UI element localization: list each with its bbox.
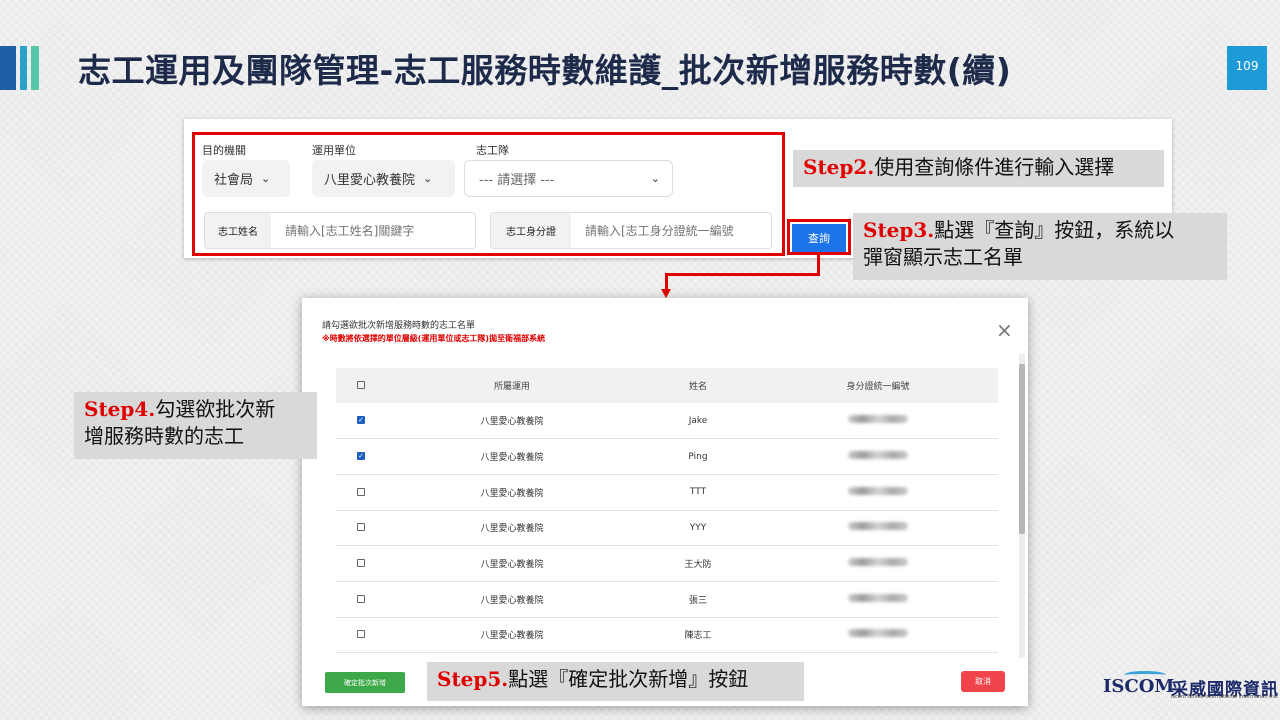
callout-step3: Step3.點選『查詢』按鈕，系統以 彈窗顯示志工名單 <box>853 213 1227 280</box>
header-accent-bar <box>0 46 16 90</box>
slide-title: 志工運用及團隊管理-志工服務時數維護_批次新增服務時數(續) <box>78 51 1012 90</box>
select-all-header[interactable] <box>336 368 386 403</box>
row-name-cell: Ping <box>638 438 758 475</box>
row-select-cell[interactable]: ✓ <box>336 438 386 475</box>
callout-step2: Step2.使用查詢條件進行輸入選擇 <box>793 150 1164 187</box>
row-checkbox[interactable] <box>357 487 365 496</box>
callout-text: 點選『查詢』按鈕，系統以 <box>934 218 1175 242</box>
row-checkbox[interactable] <box>357 594 365 603</box>
connector-line <box>665 273 668 290</box>
row-id-cell <box>758 617 998 654</box>
row-name-cell: TTT <box>638 474 758 511</box>
column-header: 姓名 <box>638 368 758 403</box>
highlight-query-button <box>787 219 851 255</box>
table-row[interactable]: ✓ 八里愛心教養院 Jake <box>336 403 998 440</box>
row-select-cell[interactable] <box>336 581 386 618</box>
row-select-cell[interactable] <box>336 617 386 654</box>
company-logo-sub: Iscom Online International Information I… <box>1171 694 1279 700</box>
redacted-id <box>848 486 908 495</box>
modal-scrollbar-thumb[interactable] <box>1019 364 1025 534</box>
table-row[interactable]: 八里愛心教養院 YYY <box>336 510 998 547</box>
callout-text: 增服務時數的志工 <box>84 424 244 448</box>
row-checkbox[interactable] <box>357 523 365 532</box>
connector-line <box>665 273 820 276</box>
row-checkbox[interactable]: ✓ <box>357 416 365 425</box>
row-name-cell: 陳志工 <box>638 617 758 654</box>
modal-note: ※時數將依選擇的單位層級(運用單位或志工隊)拋至衛福部系統 <box>322 334 546 343</box>
callout-step4: Step4.勾選欲批次新 增服務時數的志工 <box>74 392 317 459</box>
header-accent-bar <box>31 46 39 90</box>
page-number: 109 <box>1227 46 1267 90</box>
row-select-cell[interactable] <box>336 474 386 511</box>
callout-step5: Step5.點選『確定批次新增』按鈕 <box>427 662 804 701</box>
callout-step-label: Step4. <box>84 397 156 421</box>
table-row[interactable]: 八里愛心教養院 王大防 <box>336 545 998 582</box>
column-header: 身分證統一編號 <box>758 368 998 403</box>
row-unit-cell: 八里愛心教養院 <box>386 617 638 654</box>
cancel-button[interactable]: 取消 <box>961 671 1005 692</box>
row-name-cell: 張三 <box>638 581 758 618</box>
modal-title: 請勾選欲批次新增服務時數的志工名單 <box>322 321 476 331</box>
row-id-cell <box>758 403 998 440</box>
table-row[interactable]: 八里愛心教養院 張三 <box>336 581 998 618</box>
row-checkbox[interactable]: ✓ <box>357 452 365 461</box>
volunteer-table: 所屬運用 姓名 身分證統一編號 ✓ 八里愛心教養院 Jake ✓ 八里愛心教養院 Ping… <box>336 368 998 654</box>
row-id-cell <box>758 474 998 511</box>
row-select-cell[interactable]: ✓ <box>336 403 386 440</box>
column-header: 所屬運用 <box>386 368 638 403</box>
row-id-cell <box>758 545 998 582</box>
redacted-id <box>848 522 908 531</box>
callout-step-label: Step2. <box>803 155 875 179</box>
callout-text: 勾選欲批次新 <box>155 397 276 421</box>
row-id-cell <box>758 510 998 547</box>
header-accent-bar <box>20 46 27 90</box>
callout-text: 彈窗顯示志工名單 <box>863 245 1023 269</box>
callout-step-label: Step5. <box>437 667 509 691</box>
callout-step-label: Step3. <box>863 218 935 242</box>
close-icon[interactable]: × <box>996 320 1013 340</box>
table-row[interactable]: 八里愛心教養院 TTT <box>336 474 998 511</box>
row-unit-cell: 八里愛心教養院 <box>386 403 638 440</box>
arrow-down-icon <box>661 289 671 298</box>
callout-text: 點選『確定批次新增』按鈕 <box>508 667 749 691</box>
company-logo-en: ISCOM <box>1103 676 1175 697</box>
row-name-cell: 王大防 <box>638 545 758 582</box>
select-all-checkbox[interactable] <box>357 381 365 389</box>
row-checkbox[interactable] <box>357 630 365 639</box>
row-select-cell[interactable] <box>336 510 386 547</box>
table-header-row: 所屬運用 姓名 身分證統一編號 <box>336 368 998 403</box>
row-unit-cell: 八里愛心教養院 <box>386 474 638 511</box>
row-checkbox[interactable] <box>357 559 365 568</box>
table-row[interactable]: 八里愛心教養院 陳志工 <box>336 617 998 654</box>
row-unit-cell: 八里愛心教養院 <box>386 438 638 475</box>
row-id-cell <box>758 581 998 618</box>
row-unit-cell: 八里愛心教養院 <box>386 581 638 618</box>
redacted-id <box>848 415 908 424</box>
row-select-cell[interactable] <box>336 545 386 582</box>
redacted-id <box>848 451 908 460</box>
row-unit-cell: 八里愛心教養院 <box>386 545 638 582</box>
row-name-cell: YYY <box>638 510 758 547</box>
callout-text: 使用查詢條件進行輸入選擇 <box>874 155 1115 179</box>
table-row[interactable]: ✓ 八里愛心教養院 Ping <box>336 438 998 475</box>
row-id-cell <box>758 438 998 475</box>
confirm-batch-add-button[interactable]: 確定批次新增 <box>325 672 405 693</box>
row-name-cell: Jake <box>638 403 758 440</box>
row-unit-cell: 八里愛心教養院 <box>386 510 638 547</box>
highlight-search-criteria <box>192 132 785 256</box>
redacted-id <box>848 629 908 638</box>
redacted-id <box>848 558 908 567</box>
redacted-id <box>848 593 908 602</box>
